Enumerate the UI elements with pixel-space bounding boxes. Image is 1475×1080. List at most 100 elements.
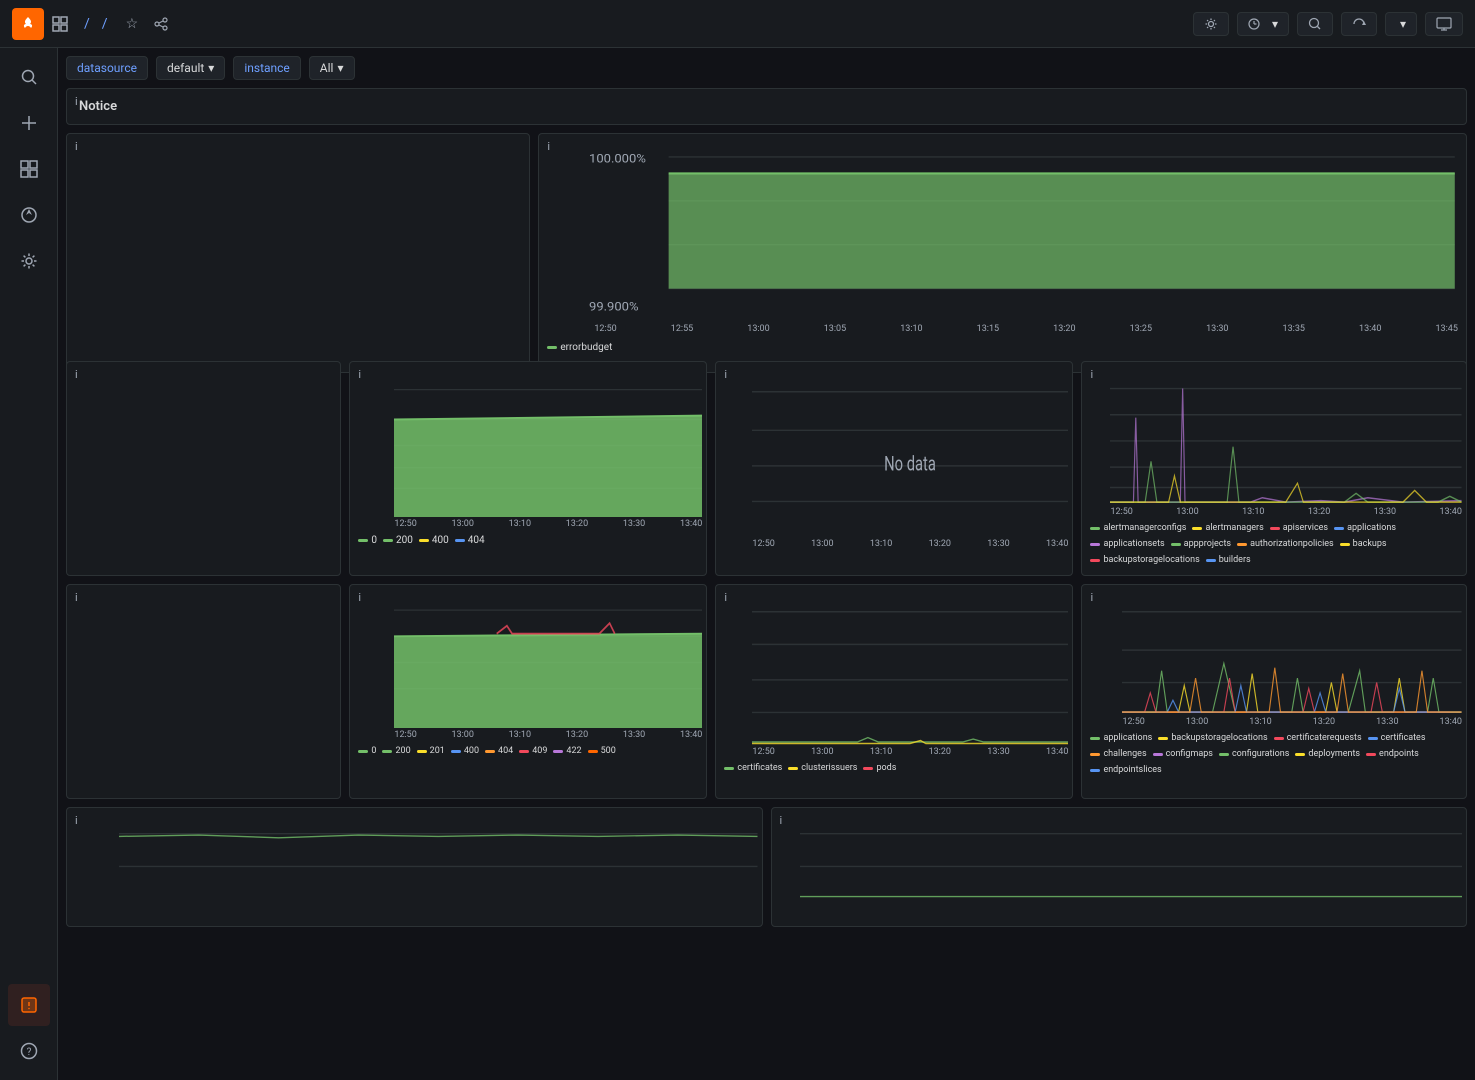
error-budget-title bbox=[539, 134, 1466, 146]
legend-w201: 201 bbox=[417, 746, 445, 756]
work-queue-depth-chart: 1 0 bbox=[800, 820, 1463, 902]
read-sli-duration-chart: 5 s 4 s 3 s 2 s 1 s 0 s bbox=[1110, 374, 1462, 505]
breadcrumb: / / bbox=[78, 16, 114, 32]
svg-text:99.900%: 99.900% bbox=[589, 300, 639, 315]
legend-backups: backups bbox=[1340, 539, 1387, 549]
legend-apiservices: apiservices bbox=[1270, 523, 1328, 533]
legend-wd-cr: certificaterequests bbox=[1274, 733, 1362, 743]
error-budget-panel: i 100.000% 99.900% bbox=[538, 133, 1467, 373]
legend-w422: 422 bbox=[553, 746, 581, 756]
datasource-value: default bbox=[167, 61, 204, 75]
filter-bar: datasourcedefault ▾instanceAll ▾ bbox=[66, 56, 1467, 80]
work-queue-depth-panel: i 1 0 bbox=[771, 807, 1468, 927]
sidebar-item-search[interactable] bbox=[8, 56, 50, 98]
read-sli-duration-title bbox=[1082, 362, 1466, 374]
legend-wd-configurations: configurations bbox=[1219, 749, 1289, 759]
sidebar-item-help[interactable]: ? bbox=[8, 1030, 50, 1072]
datasource-dropdown[interactable]: default ▾ bbox=[156, 56, 225, 80]
read-sli-errors-chart: 100% 75% 50% 25% 0% No data bbox=[752, 374, 1068, 537]
write-availability-panel: i bbox=[66, 584, 341, 799]
legend-wd-deployments: deployments bbox=[1295, 749, 1360, 759]
instance-dropdown[interactable]: All ▾ bbox=[309, 56, 355, 80]
time-range-button[interactable]: ▾ bbox=[1237, 12, 1289, 36]
work-queue-add-rate-panel: i 2.50 ops/s 0 bbox=[66, 807, 763, 927]
sidebar-item-settings[interactable] bbox=[8, 240, 50, 282]
chevron-icon: ▾ bbox=[337, 61, 343, 75]
app-logo bbox=[12, 8, 44, 40]
work-queue-depth-title bbox=[772, 808, 1467, 820]
write-sli-requests-chart: 25 req/s 20 req/s 15 req/s 10 req/s 5 re… bbox=[394, 597, 702, 728]
svg-text:No data: No data bbox=[885, 452, 937, 476]
legend-builders: builders bbox=[1206, 555, 1251, 565]
notice-panel: i Notice bbox=[66, 88, 1467, 125]
legend-appprojects: appprojects bbox=[1171, 539, 1231, 549]
read-availability-panel: i bbox=[66, 361, 341, 576]
info-icon[interactable]: i bbox=[75, 95, 78, 108]
write-sli-duration-title bbox=[1082, 585, 1466, 597]
row4: i 2.50 ops/s 0 i 1 0 bbox=[66, 807, 1467, 927]
nav-right: ▾ ▾ bbox=[1193, 12, 1463, 36]
chevron-icon: ▾ bbox=[1400, 17, 1406, 31]
legend-backupstoragelocations: backupstoragelocations bbox=[1090, 555, 1199, 565]
datasource-tag: datasource bbox=[66, 56, 148, 80]
legend-wd-certs: certificates bbox=[1368, 733, 1426, 743]
instance-value: All bbox=[320, 61, 334, 75]
legend-w500: 500 bbox=[588, 746, 616, 756]
sidebar-item-dashboards[interactable] bbox=[8, 148, 50, 190]
legend-w404: 404 bbox=[485, 746, 513, 756]
write-sli-duration-panel: i 1.50 s 1 s 500 ms 0 s bbox=[1081, 584, 1467, 799]
work-queue-add-chart: 2.50 ops/s 0 bbox=[119, 820, 758, 902]
row3: i i 25 req/s 20 req/s 15 req/s 10 req/s … bbox=[66, 584, 1467, 799]
write-sli-errors-panel: i 100% 75% 50% 25% 0% bbox=[715, 584, 1073, 799]
sidebar-item-alerts[interactable] bbox=[8, 984, 50, 1026]
refresh-rate-button[interactable]: ▾ bbox=[1385, 12, 1417, 36]
write-sli-errors-title bbox=[716, 585, 1072, 597]
legend-wd-bsl: backupstoragelocations bbox=[1158, 733, 1267, 743]
legend-authorizationpolicies: authorizationpolicies bbox=[1237, 539, 1334, 549]
info-icon[interactable]: i bbox=[75, 140, 78, 153]
search-button[interactable] bbox=[1297, 12, 1333, 36]
read-sli-requests-chart: 30 req/s 25 req/s 20 req/s 15 req/s 10 r… bbox=[394, 374, 702, 517]
legend-0: 0 bbox=[358, 535, 377, 546]
sidebar-item-explore[interactable] bbox=[8, 194, 50, 236]
read-sli-requests-panel: i 30 req/s 25 req/s 20 req/s 15 req/s 10… bbox=[349, 361, 707, 576]
legend-we-pods: pods bbox=[863, 763, 896, 773]
info-icon[interactable]: i bbox=[75, 591, 78, 604]
main-content: datasourcedefault ▾instanceAll ▾ // Fix … bbox=[58, 48, 1475, 1080]
legend-we-clusterissuers: clusterissuers bbox=[788, 763, 857, 773]
legend-wd-configmaps: configmaps bbox=[1153, 749, 1213, 759]
info-icon[interactable]: i bbox=[75, 368, 78, 381]
legend-200: 200 bbox=[383, 535, 413, 546]
legend-404: 404 bbox=[455, 535, 485, 546]
settings-button[interactable] bbox=[1193, 12, 1229, 36]
top-nav: / / ☆ ▾ ▾ bbox=[0, 0, 1475, 48]
read-sli-errors-panel: i 100% 75% 50% 25% 0% No data 12:5013:00… bbox=[715, 361, 1073, 576]
legend-w200: 200 bbox=[382, 746, 410, 756]
work-queue-add-rate-title bbox=[67, 808, 762, 820]
sidebar-item-add[interactable] bbox=[8, 102, 50, 144]
row1: i i 100.000% 99.900% bbox=[66, 133, 1467, 353]
legend-wd-endpointslices: endpointslices bbox=[1090, 765, 1161, 775]
read-availability-title bbox=[67, 362, 340, 374]
legend-wd-challenges: challenges bbox=[1090, 749, 1146, 759]
legend-we-certs: certificates bbox=[724, 763, 782, 773]
share-button[interactable] bbox=[150, 13, 172, 35]
write-sli-duration-chart: 1.50 s 1 s 500 ms 0 s bbox=[1122, 597, 1462, 715]
chevron-icon: ▾ bbox=[1272, 17, 1278, 31]
read-sli-errors-title bbox=[716, 362, 1072, 374]
availability-title bbox=[67, 134, 529, 146]
legend-wd-apps: applications bbox=[1090, 733, 1152, 743]
legend-w400: 400 bbox=[451, 746, 479, 756]
write-availability-title bbox=[67, 585, 340, 597]
svg-text:?: ? bbox=[26, 1047, 31, 1058]
grid-icon bbox=[52, 16, 68, 32]
star-button[interactable]: ☆ bbox=[122, 11, 143, 36]
refresh-button[interactable] bbox=[1341, 12, 1377, 36]
tv-mode-button[interactable] bbox=[1425, 12, 1463, 36]
availability-panel: i bbox=[66, 133, 530, 373]
read-sli-requests-title bbox=[350, 362, 706, 374]
legend-alertmanagers: alertmanagers bbox=[1192, 523, 1263, 533]
row2: i i 30 req/s 25 req/s 20 req/s 15 req/s … bbox=[66, 361, 1467, 576]
legend-w409: 409 bbox=[519, 746, 547, 756]
svg-text:100.000%: 100.000% bbox=[589, 152, 646, 167]
